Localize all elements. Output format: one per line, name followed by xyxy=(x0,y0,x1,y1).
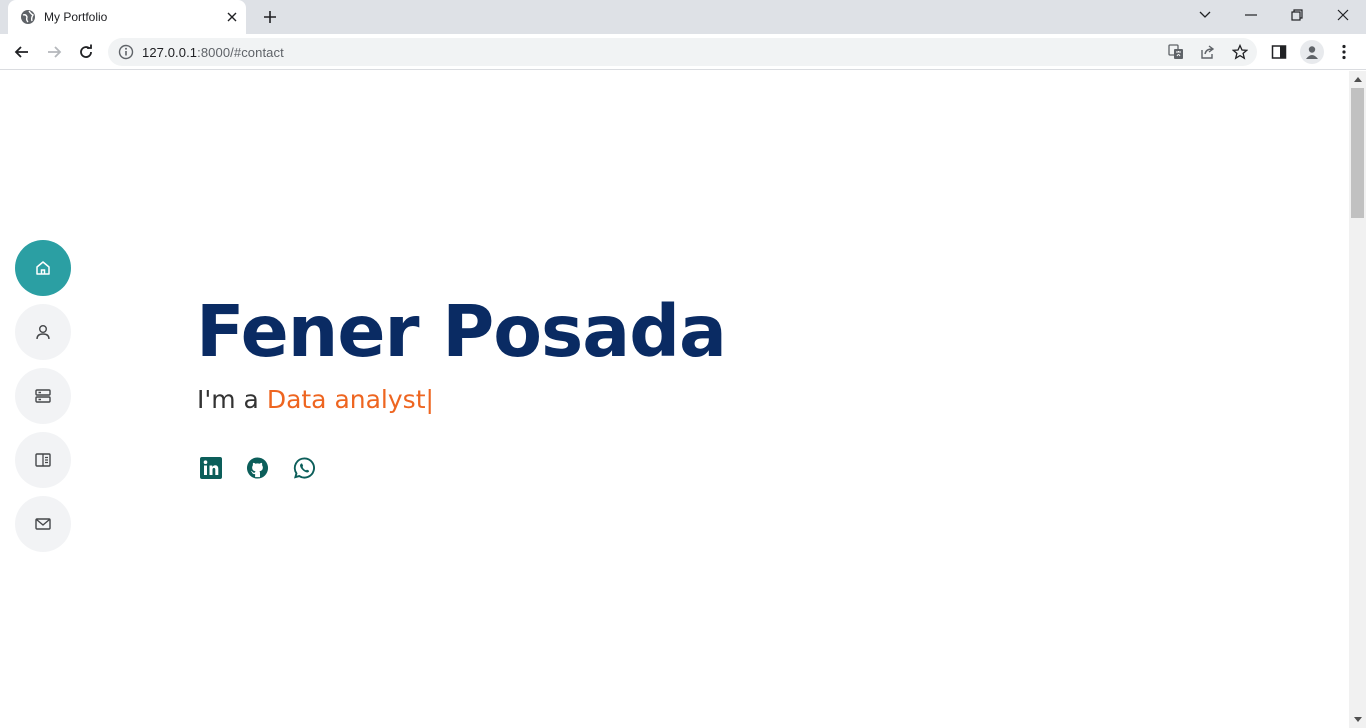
browser-toolbar: 127.0.0.1:8000/#contact xyxy=(0,34,1366,70)
globe-icon xyxy=(20,9,36,25)
forward-button[interactable] xyxy=(40,38,68,66)
close-window-button[interactable] xyxy=(1320,0,1366,30)
typing-cursor: | xyxy=(425,385,434,414)
minimize-icon xyxy=(1245,14,1257,16)
close-tab-icon[interactable] xyxy=(224,9,240,25)
hero-role: Data analyst xyxy=(266,385,426,414)
minimize-button[interactable] xyxy=(1228,0,1274,30)
arrow-left-icon xyxy=(14,46,28,58)
nav-about[interactable] xyxy=(15,304,71,360)
mail-icon xyxy=(35,518,51,530)
whatsapp-icon xyxy=(293,456,315,479)
page-scrollbar[interactable] xyxy=(1349,71,1366,728)
hero-prefix: I'm a xyxy=(197,385,267,414)
github-icon xyxy=(246,456,269,479)
page-viewport: Fener Posada I'm a Data analyst| xyxy=(0,71,1349,728)
scroll-down-icon[interactable] xyxy=(1349,711,1366,728)
profile-avatar[interactable] xyxy=(1300,40,1324,64)
person-icon xyxy=(1306,46,1318,59)
new-tab-button[interactable] xyxy=(258,6,282,28)
nav-contact[interactable] xyxy=(15,496,71,552)
side-panel-icon[interactable] xyxy=(1269,42,1289,62)
translate-icon[interactable] xyxy=(1167,43,1185,61)
nav-resume[interactable] xyxy=(15,368,71,424)
arrow-right-icon xyxy=(48,46,62,58)
url-host: 127.0.0.1 xyxy=(142,45,198,60)
restore-button[interactable] xyxy=(1274,0,1320,30)
plus-icon xyxy=(264,11,276,23)
tab-strip: My Portfolio xyxy=(0,0,1366,34)
home-icon xyxy=(36,261,50,275)
whatsapp-link[interactable] xyxy=(293,456,316,479)
scroll-up-icon[interactable] xyxy=(1349,71,1366,88)
tab-search-button[interactable] xyxy=(1182,0,1228,30)
github-link[interactable] xyxy=(246,456,269,479)
address-bar[interactable]: 127.0.0.1:8000/#contact xyxy=(108,38,1257,66)
tab-title: My Portfolio xyxy=(44,10,108,24)
url-path: :8000/#contact xyxy=(197,45,284,60)
browser-tab[interactable]: My Portfolio xyxy=(8,0,246,34)
hero-name: Fener Posada xyxy=(196,290,727,373)
nav-portfolio[interactable] xyxy=(15,432,71,488)
linkedin-link[interactable] xyxy=(199,456,222,479)
reload-button[interactable] xyxy=(72,38,100,66)
server-icon xyxy=(35,389,51,403)
share-icon[interactable] xyxy=(1199,43,1217,61)
info-icon[interactable] xyxy=(118,44,134,60)
linkedin-icon xyxy=(199,456,222,479)
url-text[interactable]: 127.0.0.1:8000/#contact xyxy=(142,45,284,60)
hero-subtitle: I'm a Data analyst| xyxy=(197,385,434,414)
more-menu-icon[interactable] xyxy=(1334,42,1354,62)
user-icon xyxy=(36,325,50,340)
nav-home[interactable] xyxy=(15,240,71,296)
back-button[interactable] xyxy=(8,38,36,66)
book-icon xyxy=(35,453,51,467)
star-icon[interactable] xyxy=(1231,43,1249,61)
restore-icon xyxy=(1291,9,1303,21)
reload-icon xyxy=(80,44,92,58)
close-icon xyxy=(1337,9,1349,21)
scroll-thumb[interactable] xyxy=(1351,88,1364,218)
side-nav xyxy=(15,240,71,560)
social-links xyxy=(199,456,316,479)
chevron-down-icon xyxy=(1199,11,1211,18)
